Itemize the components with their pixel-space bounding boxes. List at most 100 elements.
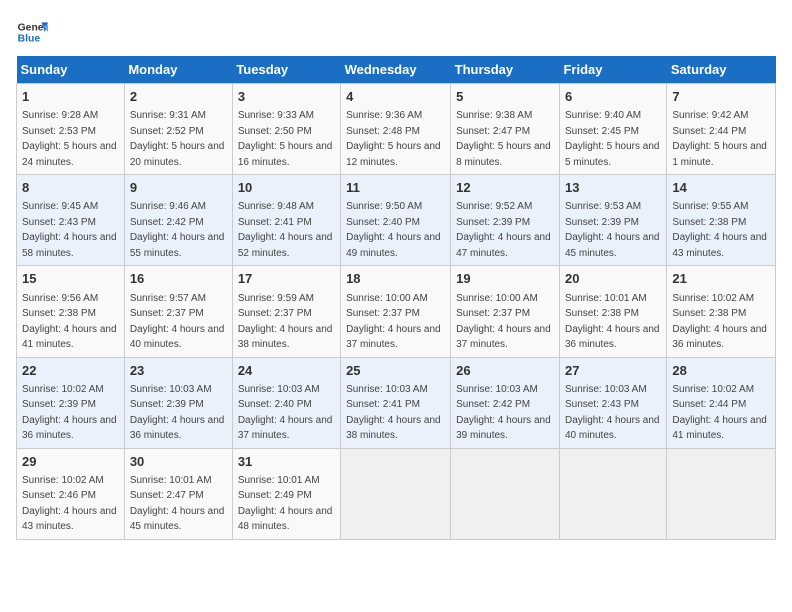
day-info: Sunrise: 9:59 AMSunset: 2:37 PMDaylight:… — [238, 293, 333, 351]
day-number: 2 — [130, 88, 227, 106]
day-number: 10 — [238, 179, 335, 197]
day-info: Sunrise: 9:40 AMSunset: 2:45 PMDaylight:… — [565, 110, 660, 168]
day-info: Sunrise: 9:42 AMSunset: 2:44 PMDaylight:… — [672, 110, 767, 168]
calendar-cell: 1 Sunrise: 9:28 AMSunset: 2:53 PMDayligh… — [17, 84, 125, 175]
calendar-cell: 19 Sunrise: 10:00 AMSunset: 2:37 PMDayli… — [451, 266, 560, 357]
day-info: Sunrise: 9:36 AMSunset: 2:48 PMDaylight:… — [346, 110, 441, 168]
calendar-cell: 20 Sunrise: 10:01 AMSunset: 2:38 PMDayli… — [559, 266, 666, 357]
day-number: 28 — [672, 362, 770, 380]
calendar-cell: 6 Sunrise: 9:40 AMSunset: 2:45 PMDayligh… — [559, 84, 666, 175]
calendar-cell: 3 Sunrise: 9:33 AMSunset: 2:50 PMDayligh… — [232, 84, 340, 175]
day-number: 9 — [130, 179, 227, 197]
day-number: 4 — [346, 88, 445, 106]
day-number: 31 — [238, 453, 335, 471]
calendar-cell: 28 Sunrise: 10:02 AMSunset: 2:44 PMDayli… — [667, 357, 776, 448]
calendar-cell: 27 Sunrise: 10:03 AMSunset: 2:43 PMDayli… — [559, 357, 666, 448]
day-info: Sunrise: 9:46 AMSunset: 2:42 PMDaylight:… — [130, 201, 225, 259]
calendar-cell — [559, 448, 666, 539]
col-header-friday: Friday — [559, 56, 666, 84]
day-info: Sunrise: 10:03 AMSunset: 2:43 PMDaylight… — [565, 384, 660, 442]
day-number: 6 — [565, 88, 661, 106]
calendar-cell: 10 Sunrise: 9:48 AMSunset: 2:41 PMDaylig… — [232, 175, 340, 266]
svg-text:Blue: Blue — [18, 34, 41, 45]
day-info: Sunrise: 10:03 AMSunset: 2:40 PMDaylight… — [238, 384, 333, 442]
day-info: Sunrise: 10:02 AMSunset: 2:38 PMDaylight… — [672, 293, 767, 351]
day-number: 19 — [456, 270, 554, 288]
calendar-cell: 25 Sunrise: 10:03 AMSunset: 2:41 PMDayli… — [341, 357, 451, 448]
calendar-cell: 21 Sunrise: 10:02 AMSunset: 2:38 PMDayli… — [667, 266, 776, 357]
calendar-cell: 4 Sunrise: 9:36 AMSunset: 2:48 PMDayligh… — [341, 84, 451, 175]
day-info: Sunrise: 9:55 AMSunset: 2:38 PMDaylight:… — [672, 201, 767, 259]
col-header-tuesday: Tuesday — [232, 56, 340, 84]
day-info: Sunrise: 9:45 AMSunset: 2:43 PMDaylight:… — [22, 201, 117, 259]
calendar-table: SundayMondayTuesdayWednesdayThursdayFrid… — [16, 56, 776, 540]
calendar-cell: 9 Sunrise: 9:46 AMSunset: 2:42 PMDayligh… — [124, 175, 232, 266]
page-header: General Blue — [16, 16, 776, 48]
day-number: 25 — [346, 362, 445, 380]
day-info: Sunrise: 10:02 AMSunset: 2:44 PMDaylight… — [672, 384, 767, 442]
day-number: 7 — [672, 88, 770, 106]
calendar-week-4: 22 Sunrise: 10:02 AMSunset: 2:39 PMDayli… — [17, 357, 776, 448]
calendar-week-5: 29 Sunrise: 10:02 AMSunset: 2:46 PMDayli… — [17, 448, 776, 539]
day-info: Sunrise: 10:01 AMSunset: 2:47 PMDaylight… — [130, 475, 225, 533]
day-info: Sunrise: 9:31 AMSunset: 2:52 PMDaylight:… — [130, 110, 225, 168]
calendar-cell — [667, 448, 776, 539]
calendar-cell: 2 Sunrise: 9:31 AMSunset: 2:52 PMDayligh… — [124, 84, 232, 175]
day-number: 24 — [238, 362, 335, 380]
calendar-cell — [451, 448, 560, 539]
calendar-header-row: SundayMondayTuesdayWednesdayThursdayFrid… — [17, 56, 776, 84]
calendar-cell: 5 Sunrise: 9:38 AMSunset: 2:47 PMDayligh… — [451, 84, 560, 175]
day-info: Sunrise: 9:33 AMSunset: 2:50 PMDaylight:… — [238, 110, 333, 168]
calendar-week-2: 8 Sunrise: 9:45 AMSunset: 2:43 PMDayligh… — [17, 175, 776, 266]
calendar-cell: 18 Sunrise: 10:00 AMSunset: 2:37 PMDayli… — [341, 266, 451, 357]
col-header-saturday: Saturday — [667, 56, 776, 84]
day-number: 29 — [22, 453, 119, 471]
day-info: Sunrise: 10:01 AMSunset: 2:49 PMDaylight… — [238, 475, 333, 533]
calendar-cell: 8 Sunrise: 9:45 AMSunset: 2:43 PMDayligh… — [17, 175, 125, 266]
col-header-sunday: Sunday — [17, 56, 125, 84]
calendar-week-1: 1 Sunrise: 9:28 AMSunset: 2:53 PMDayligh… — [17, 84, 776, 175]
day-number: 5 — [456, 88, 554, 106]
day-info: Sunrise: 9:50 AMSunset: 2:40 PMDaylight:… — [346, 201, 441, 259]
day-info: Sunrise: 9:48 AMSunset: 2:41 PMDaylight:… — [238, 201, 333, 259]
calendar-cell: 16 Sunrise: 9:57 AMSunset: 2:37 PMDaylig… — [124, 266, 232, 357]
day-number: 14 — [672, 179, 770, 197]
day-number: 21 — [672, 270, 770, 288]
calendar-cell: 30 Sunrise: 10:01 AMSunset: 2:47 PMDayli… — [124, 448, 232, 539]
day-number: 3 — [238, 88, 335, 106]
day-number: 17 — [238, 270, 335, 288]
calendar-cell: 24 Sunrise: 10:03 AMSunset: 2:40 PMDayli… — [232, 357, 340, 448]
day-number: 12 — [456, 179, 554, 197]
calendar-cell — [341, 448, 451, 539]
day-info: Sunrise: 10:02 AMSunset: 2:39 PMDaylight… — [22, 384, 117, 442]
calendar-cell: 29 Sunrise: 10:02 AMSunset: 2:46 PMDayli… — [17, 448, 125, 539]
logo-icon: General Blue — [16, 16, 48, 48]
day-number: 27 — [565, 362, 661, 380]
day-number: 26 — [456, 362, 554, 380]
calendar-cell: 15 Sunrise: 9:56 AMSunset: 2:38 PMDaylig… — [17, 266, 125, 357]
day-number: 13 — [565, 179, 661, 197]
day-number: 8 — [22, 179, 119, 197]
calendar-cell: 7 Sunrise: 9:42 AMSunset: 2:44 PMDayligh… — [667, 84, 776, 175]
day-number: 30 — [130, 453, 227, 471]
day-number: 16 — [130, 270, 227, 288]
day-info: Sunrise: 10:02 AMSunset: 2:46 PMDaylight… — [22, 475, 117, 533]
day-number: 1 — [22, 88, 119, 106]
day-number: 15 — [22, 270, 119, 288]
day-number: 11 — [346, 179, 445, 197]
day-info: Sunrise: 9:53 AMSunset: 2:39 PMDaylight:… — [565, 201, 660, 259]
day-number: 20 — [565, 270, 661, 288]
calendar-cell: 17 Sunrise: 9:59 AMSunset: 2:37 PMDaylig… — [232, 266, 340, 357]
day-number: 23 — [130, 362, 227, 380]
day-info: Sunrise: 9:57 AMSunset: 2:37 PMDaylight:… — [130, 293, 225, 351]
day-info: Sunrise: 10:00 AMSunset: 2:37 PMDaylight… — [346, 293, 441, 351]
day-info: Sunrise: 9:28 AMSunset: 2:53 PMDaylight:… — [22, 110, 117, 168]
day-info: Sunrise: 10:03 AMSunset: 2:39 PMDaylight… — [130, 384, 225, 442]
col-header-thursday: Thursday — [451, 56, 560, 84]
calendar-cell: 26 Sunrise: 10:03 AMSunset: 2:42 PMDayli… — [451, 357, 560, 448]
calendar-week-3: 15 Sunrise: 9:56 AMSunset: 2:38 PMDaylig… — [17, 266, 776, 357]
day-number: 22 — [22, 362, 119, 380]
day-info: Sunrise: 10:03 AMSunset: 2:42 PMDaylight… — [456, 384, 551, 442]
col-header-wednesday: Wednesday — [341, 56, 451, 84]
col-header-monday: Monday — [124, 56, 232, 84]
